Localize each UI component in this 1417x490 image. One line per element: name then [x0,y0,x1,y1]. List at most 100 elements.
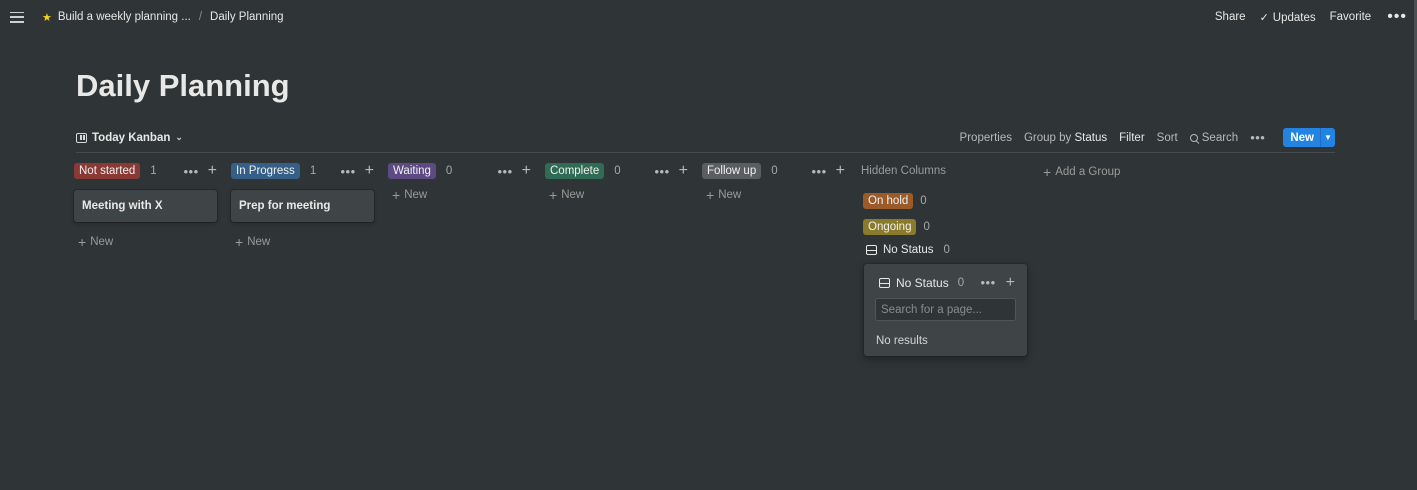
breadcrumb: ★ Build a weekly planning ... / Daily Pl… [42,11,284,24]
group-by-label: Group by [1023,131,1072,144]
inbox-icon [866,245,877,255]
add-new-card-button[interactable]: + New [545,188,688,202]
check-icon: ✓ [1259,11,1269,24]
popup-title: No Status [896,275,949,290]
add-new-label: New [247,236,271,248]
sort-button[interactable]: Sort [1157,132,1178,144]
column-header: In Progress 1 ••• + [231,160,374,182]
chevron-down-icon: ⌄ [175,132,183,142]
add-group-label: Add a Group [1055,166,1121,178]
plus-icon[interactable]: + [1006,274,1015,291]
column-header: Complete 0 ••• + [545,160,688,182]
add-new-label: New [561,189,585,201]
properties-button[interactable]: Properties [960,132,1012,144]
group-count: 0 [943,244,950,256]
hidden-group-no-status[interactable]: No Status 0 [866,244,950,256]
plus-icon[interactable]: + [208,163,217,179]
status-tag: Ongoing [863,219,917,235]
plus-icon: + [78,234,87,250]
status-tag[interactable]: Not started [74,163,141,179]
page-title: Daily Planning [76,68,290,103]
add-new-label: New [718,189,742,201]
add-new-card-button[interactable]: + New [702,188,845,202]
column-header: Not started 1 ••• + [74,160,217,182]
add-group-button[interactable]: + Add a Group [1043,165,1120,179]
column-count: 1 [150,165,157,177]
search-page-input[interactable] [875,298,1016,321]
updates-label: Updates [1272,11,1316,24]
kanban-column: Complete 0 ••• + + New [545,160,688,202]
column-more-icon[interactable]: ••• [498,165,513,178]
plus-icon: + [1043,164,1052,180]
search-icon [1189,133,1198,142]
view-more-icon[interactable]: ••• [1250,131,1265,144]
add-new-label: New [404,189,428,201]
new-button-group: New ▼ [1283,128,1335,147]
status-tag[interactable]: Complete [545,163,605,179]
column-more-icon[interactable]: ••• [341,165,356,178]
view-name-label: Today Kanban [92,131,171,144]
kanban-column: Follow up 0 ••• + + New [702,160,845,202]
kanban-column: In Progress 1 ••• + Prep for meeting + N… [231,160,374,249]
chevron-down-icon[interactable]: ▼ [1320,128,1335,147]
hidden-group-on-hold[interactable]: On hold 0 [863,193,927,209]
plus-icon: + [235,234,244,250]
search-button[interactable]: Search [1189,131,1239,144]
plus-icon[interactable]: + [522,163,531,179]
column-count: 0 [445,165,453,177]
status-tag[interactable]: Waiting [388,163,436,179]
group-by-value: Status [1074,131,1108,144]
new-button[interactable]: New [1283,128,1320,147]
plus-icon[interactable]: + [836,163,845,179]
board-icon [76,132,87,143]
inbox-icon [879,277,890,288]
plus-icon[interactable]: + [679,163,688,179]
status-tag: On hold [863,193,914,209]
breadcrumb-current[interactable]: Daily Planning [210,11,284,23]
hidden-group-ongoing[interactable]: Ongoing 0 [863,219,930,235]
add-new-card-button[interactable]: + New [388,188,531,202]
group-count: 0 [923,221,930,233]
column-header: Waiting 0 ••• + [388,160,531,182]
top-bar: ★ Build a weekly planning ... / Daily Pl… [0,0,1417,34]
more-options-icon[interactable]: ••• [1387,9,1407,25]
view-selector[interactable]: Today Kanban ⌄ [76,132,183,144]
status-tag[interactable]: In Progress [231,163,300,179]
hidden-columns-title: Hidden Columns [861,165,947,177]
column-count: 0 [771,165,778,177]
hamburger-menu-icon[interactable] [10,11,24,23]
add-new-card-button[interactable]: + New [231,235,374,249]
plus-icon[interactable]: + [365,163,374,179]
filter-button[interactable]: Filter [1119,132,1145,144]
status-tag[interactable]: Follow up [702,163,762,179]
group-label: No Status [883,244,934,256]
view-toolbar: Today Kanban ⌄ Properties Group by Statu… [76,123,1335,153]
kanban-card[interactable]: Prep for meeting [231,190,374,222]
kanban-card[interactable]: Meeting with X [74,190,217,222]
hidden-group-popup: No Status 0 ••• + No results [864,264,1027,356]
more-options-icon[interactable]: ••• [981,276,996,289]
add-new-label: New [90,236,114,248]
kanban-column: Not started 1 ••• + Meeting with X + New [74,160,217,249]
plus-icon: + [706,187,715,203]
star-icon: ★ [42,11,52,24]
column-more-icon[interactable]: ••• [655,165,670,178]
breadcrumb-separator: / [198,11,203,23]
group-by-button[interactable]: Group by Status [1024,132,1107,144]
no-results-text: No results [876,335,928,347]
column-header: Follow up 0 ••• + [702,160,845,182]
search-label: Search [1201,131,1239,144]
popup-count: 0 [957,276,965,289]
plus-icon: + [392,187,401,203]
add-new-card-button[interactable]: + New [74,235,217,249]
breadcrumb-parent[interactable]: Build a weekly planning ... [58,11,191,23]
plus-icon: + [549,187,558,203]
group-count: 0 [920,195,927,207]
column-count: 1 [309,165,317,177]
share-button[interactable]: Share [1215,11,1246,23]
column-count: 0 [614,165,621,177]
column-more-icon[interactable]: ••• [812,165,827,178]
column-more-icon[interactable]: ••• [184,165,199,178]
favorite-button[interactable]: Favorite [1330,11,1372,23]
updates-button[interactable]: ✓ Updates [1260,11,1316,24]
